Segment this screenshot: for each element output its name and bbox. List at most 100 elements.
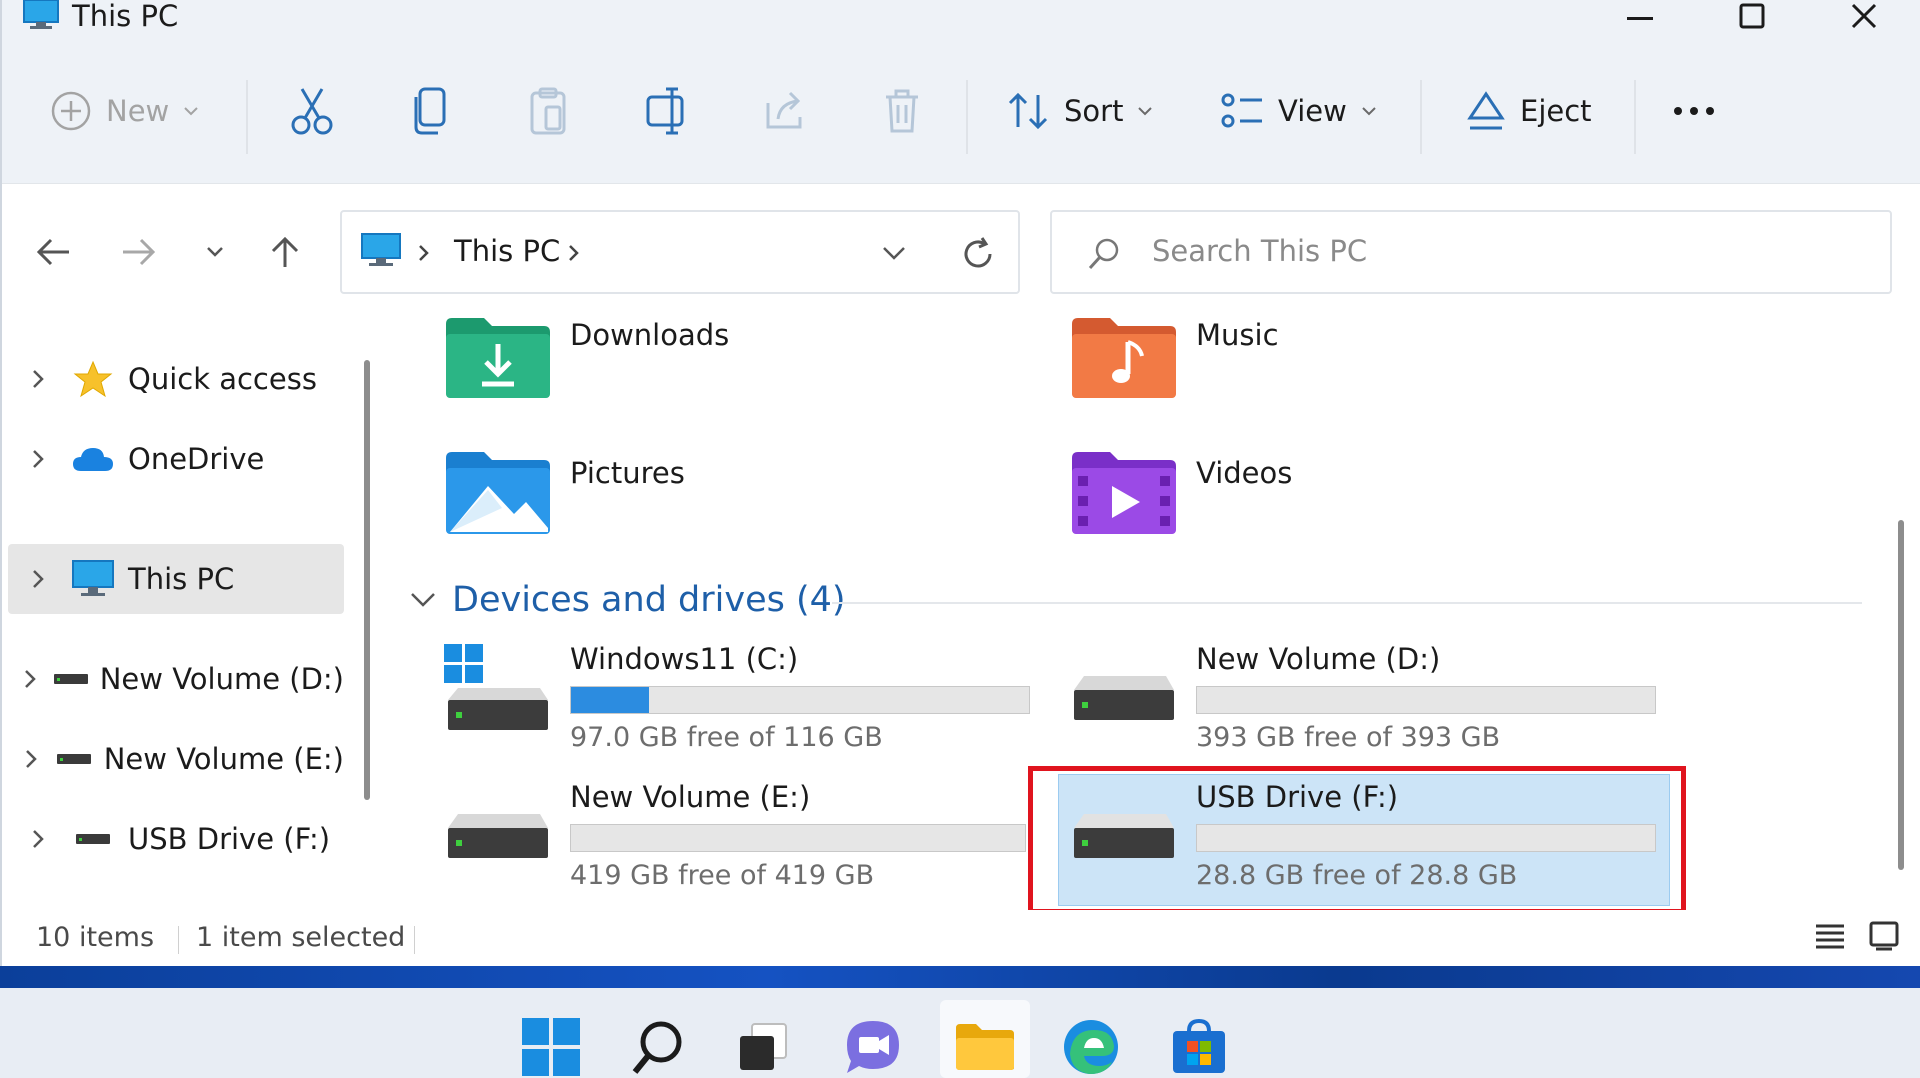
devices-and-drives-header[interactable]: Devices and drives (4) [410, 580, 846, 620]
window-title: This PC [72, 0, 179, 33]
chevron-right-icon[interactable] [32, 569, 44, 589]
search-input[interactable]: Search This PC [1152, 234, 1367, 268]
folder-tile-music[interactable] [1070, 318, 1178, 402]
start-button[interactable] [518, 1016, 584, 1078]
copy-button[interactable] [410, 80, 450, 142]
folder-label: Videos [1196, 456, 1293, 490]
sidebar-item-onedrive[interactable]: OneDrive [8, 424, 344, 494]
cloud-icon [73, 448, 113, 471]
toolbar-separator [1634, 80, 1636, 154]
sidebar-item-this-pc[interactable]: This PC [8, 544, 344, 614]
close-button[interactable] [1834, 0, 1894, 36]
drive-name: Windows11 (C:) [570, 642, 799, 676]
search-icon [1088, 238, 1119, 270]
chevron-right-icon[interactable] [32, 829, 44, 849]
minimize-icon [1627, 17, 1653, 20]
rename-icon [646, 87, 684, 135]
sidebar-scrollbar[interactable] [364, 360, 370, 800]
sidebar-item-label: New Volume (E:) [103, 742, 344, 776]
toolbar-separator [966, 80, 968, 154]
drive-icon [448, 814, 548, 858]
chevron-right-icon[interactable] [32, 369, 44, 389]
eject-button[interactable]: Eject [1466, 80, 1592, 142]
search-box[interactable]: Search This PC [1050, 210, 1892, 294]
address-bar[interactable]: This PC [340, 210, 1020, 294]
chevron-right-icon [569, 245, 579, 261]
chevron-right-icon[interactable] [25, 749, 38, 769]
drive-usage-fill [571, 687, 649, 713]
folder-tile-videos[interactable] [1070, 452, 1178, 538]
maximize-button[interactable] [1722, 0, 1782, 36]
drive-name: New Volume (E:) [570, 780, 811, 814]
address-history-chevron-icon[interactable] [882, 246, 906, 260]
share-button[interactable] [764, 80, 808, 142]
file-explorer-taskbar-button[interactable] [952, 1016, 1018, 1078]
sidebar-item-new-volume-d[interactable]: New Volume (D:) [8, 644, 344, 714]
refresh-icon[interactable] [960, 236, 996, 272]
back-button[interactable] [28, 232, 78, 272]
drive-tile-d[interactable] [1070, 676, 1178, 736]
sidebar-item-label: Quick access [128, 362, 317, 396]
drive-tile-e[interactable] [444, 814, 552, 874]
sidebar-item-label: USB Drive (F:) [128, 822, 331, 856]
content-scrollbar[interactable] [1898, 520, 1904, 870]
rename-button[interactable] [644, 80, 690, 142]
paste-button[interactable] [528, 80, 568, 142]
file-explorer-window: This PC New Sort View Eject This PC Sear… [0, 0, 1920, 966]
sidebar-item-usb-drive-f[interactable]: USB Drive (F:) [8, 804, 344, 874]
monitor-icon [361, 233, 401, 266]
arrow-right-icon [123, 238, 156, 266]
pictures-folder-icon [446, 452, 550, 534]
chevron-right-icon[interactable] [24, 669, 37, 689]
recent-locations-button[interactable] [190, 232, 240, 272]
scissors-icon [291, 88, 333, 135]
new-button[interactable]: New [50, 80, 199, 142]
sidebar-item-new-volume-e[interactable]: New Volume (E:) [8, 724, 344, 794]
chevron-down-icon [207, 247, 223, 257]
minimize-button[interactable] [1610, 0, 1670, 36]
forward-button[interactable] [114, 232, 164, 272]
group-divider [832, 602, 1862, 604]
up-button[interactable] [260, 232, 310, 272]
teams-chat-button[interactable] [840, 1016, 906, 1078]
videos-folder-icon [1072, 452, 1176, 534]
drive-tile-c[interactable] [444, 644, 552, 738]
drive-usage-bar [570, 686, 1030, 714]
details-view-icon[interactable] [1814, 922, 1846, 952]
sort-icon [1008, 92, 1048, 130]
downloads-folder-icon [446, 318, 550, 398]
edge-browser-button[interactable] [1058, 1016, 1124, 1078]
folder-label: Pictures [570, 456, 685, 490]
task-view-button[interactable] [730, 1016, 796, 1078]
chevron-down-icon [1362, 107, 1376, 116]
folder-tile-pictures[interactable] [444, 452, 552, 538]
view-layout-icon [1221, 93, 1262, 128]
delete-button[interactable] [882, 80, 922, 142]
microsoft-store-button[interactable] [1166, 1016, 1232, 1078]
chevron-down-icon [411, 593, 435, 607]
plus-circle-icon [51, 91, 91, 131]
sort-button[interactable]: Sort [1006, 80, 1153, 142]
toolbar-separator [1420, 80, 1422, 154]
navigation-pane: Quick access OneDrive This PC New Volume… [2, 318, 352, 910]
close-icon [1851, 3, 1877, 29]
sidebar-item-quick-access[interactable]: Quick access [8, 344, 344, 414]
cut-button[interactable] [290, 80, 334, 142]
drive-icon [57, 754, 92, 764]
command-bar: New Sort View Eject [2, 40, 1920, 184]
drive-free-space: 419 GB free of 419 GB [570, 860, 875, 891]
sidebar-item-label: This PC [128, 562, 235, 596]
folder-label: Downloads [570, 318, 730, 352]
taskbar-search-button[interactable] [626, 1016, 692, 1078]
status-separator [178, 926, 179, 954]
status-separator [414, 926, 415, 954]
chat-icon [847, 1021, 899, 1073]
windows-logo-icon [522, 1018, 580, 1076]
sort-button-label: Sort [1064, 94, 1124, 128]
tiles-view-icon[interactable] [1868, 920, 1900, 952]
view-button[interactable]: View [1220, 80, 1377, 142]
chevron-right-icon[interactable] [32, 449, 44, 469]
folder-tile-downloads[interactable] [444, 318, 552, 402]
more-options-button[interactable] [1672, 80, 1716, 142]
eject-icon [1467, 91, 1505, 130]
